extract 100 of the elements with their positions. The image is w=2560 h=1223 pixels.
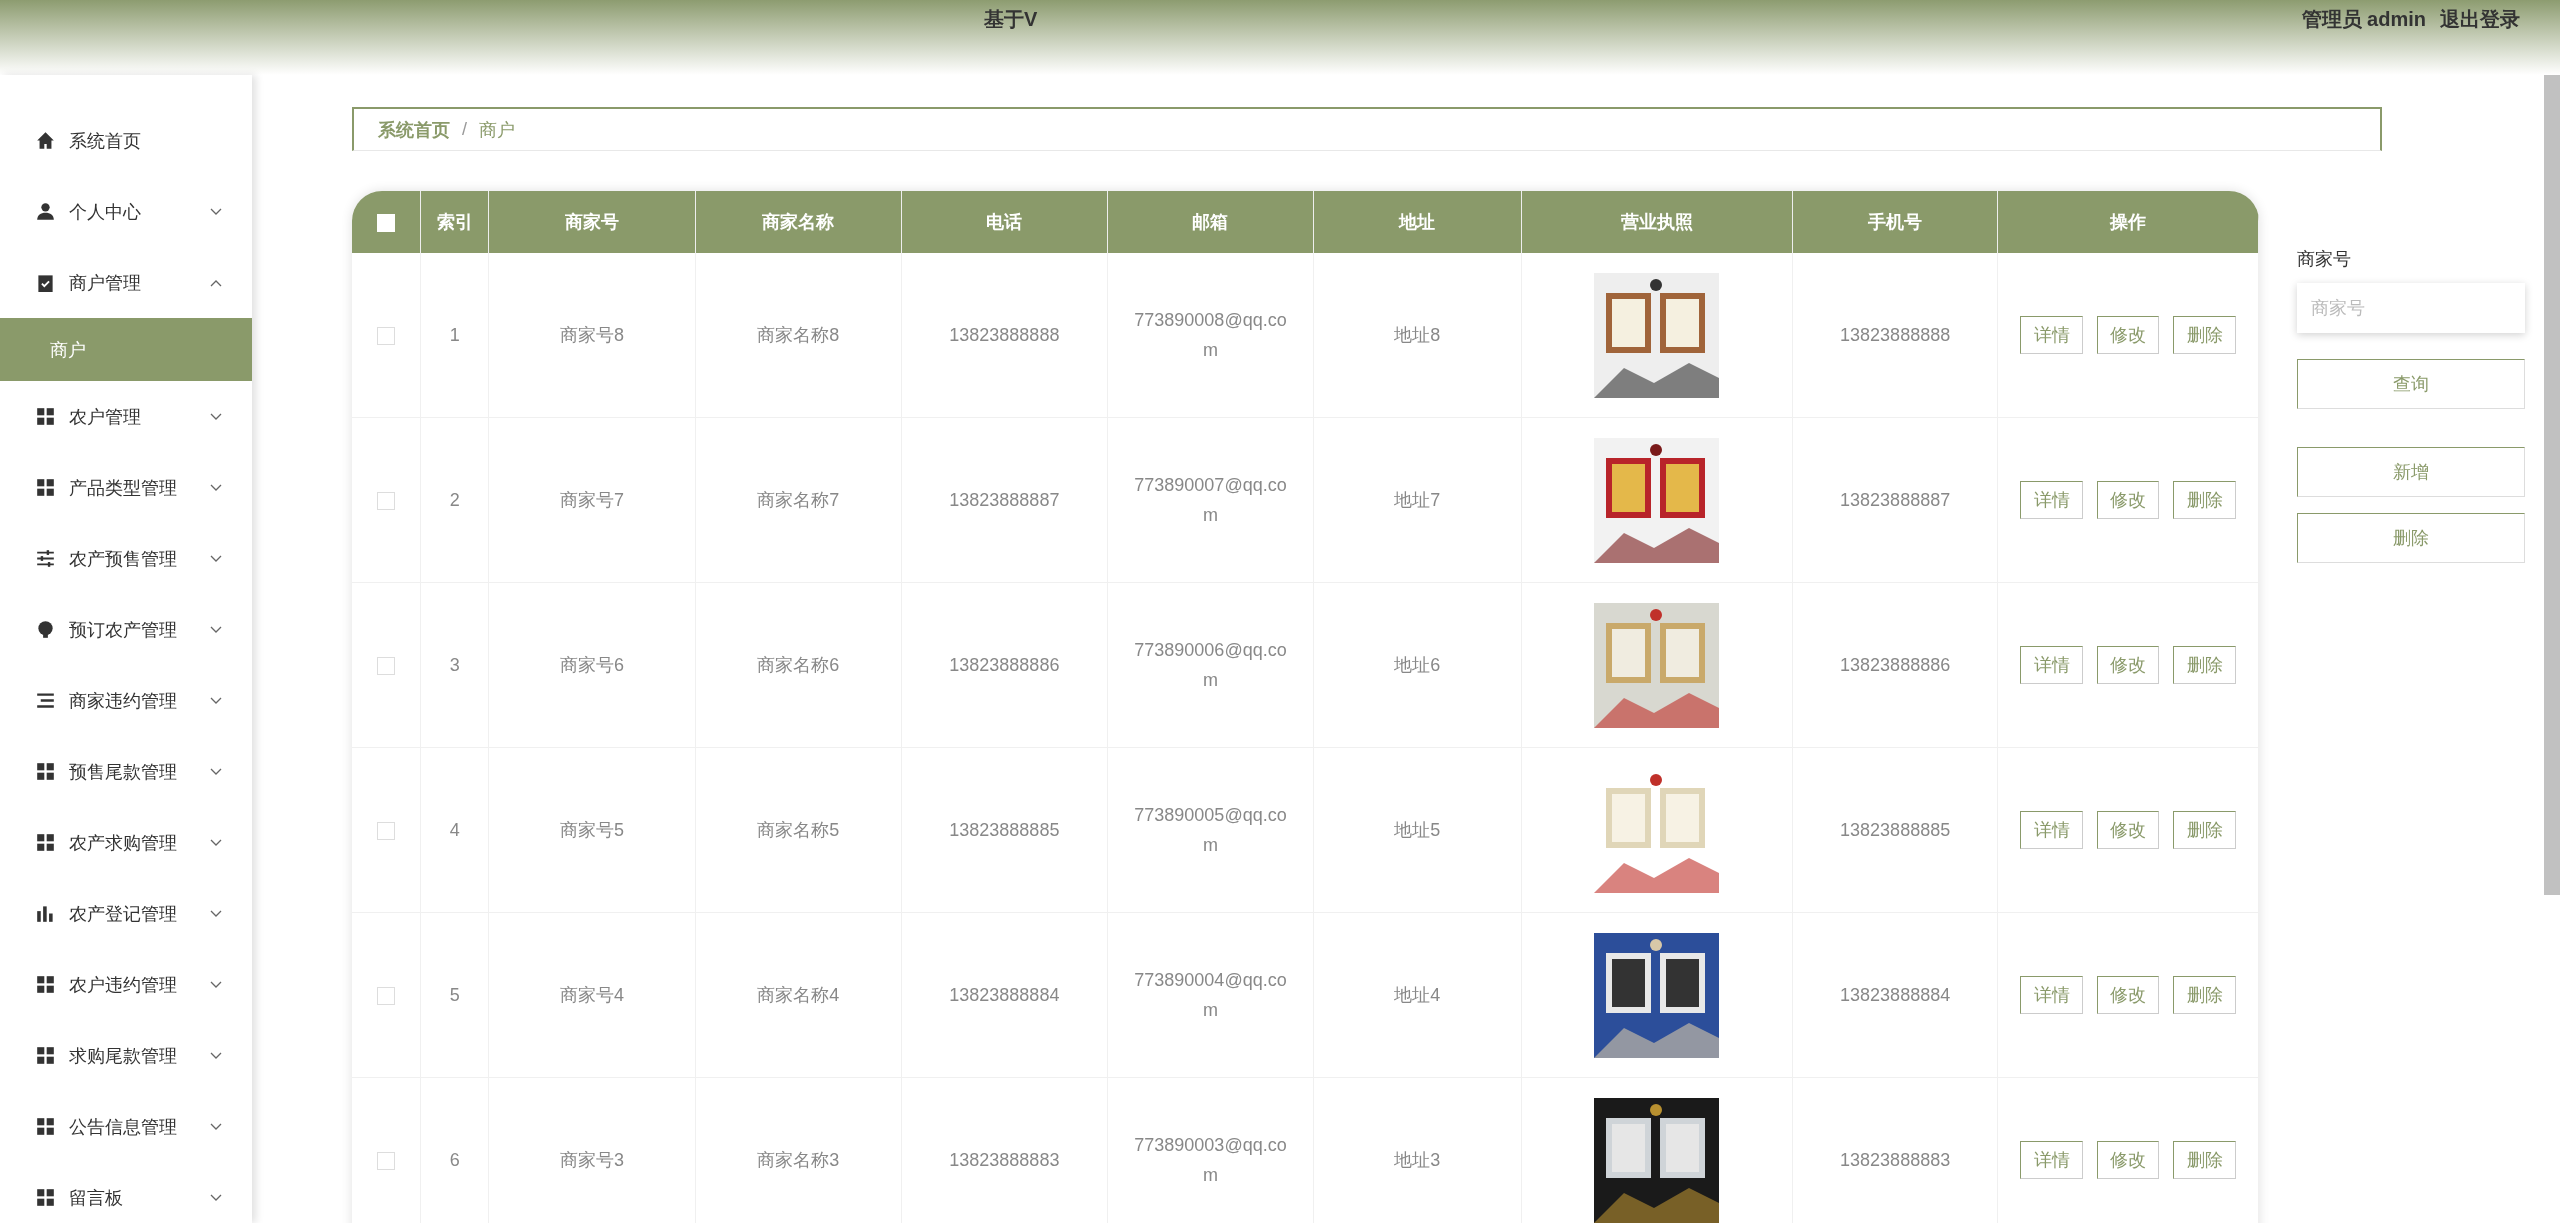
sliders-icon: [36, 549, 55, 568]
row-checkbox[interactable]: [377, 327, 396, 346]
scrollbar-thumb[interactable]: [2544, 75, 2560, 895]
sidebar-item[interactable]: 求购尾款管理: [0, 1020, 252, 1091]
sidebar-item[interactable]: 农产求购管理: [0, 807, 252, 878]
grid-icon: [36, 975, 55, 994]
column-header: 地址: [1313, 191, 1522, 253]
table-cell: 地址7: [1313, 417, 1522, 583]
edit-button[interactable]: 修改: [2096, 976, 2160, 1014]
edit-button[interactable]: 修改: [2096, 1141, 2160, 1179]
table-cell: 13823888884: [901, 912, 1108, 1078]
sidebar-item[interactable]: 个人中心: [0, 176, 252, 247]
search-field[interactable]: 商家号: [2297, 283, 2525, 333]
table-cell: 地址6: [1313, 582, 1522, 748]
details-button[interactable]: 详情: [2020, 646, 2083, 684]
table-cell: 商家号8: [488, 253, 696, 418]
delete-button[interactable]: 删除: [2173, 646, 2236, 684]
table-cell: 13823888888: [1792, 253, 1998, 418]
table-cell: 13823888883: [901, 1077, 1108, 1223]
grid-icon: [36, 1046, 55, 1065]
grid-icon: [36, 478, 55, 497]
table-cell: 773890007@qq.com: [1107, 417, 1314, 583]
delete-button[interactable]: 删除: [2173, 976, 2236, 1014]
chevron-down-icon: [210, 1122, 222, 1131]
breadcrumb-separator: /: [462, 119, 467, 140]
person-icon: [36, 202, 55, 221]
grid-icon: [36, 762, 55, 781]
row-checkbox[interactable]: [377, 1152, 396, 1171]
sidebar-item[interactable]: 公告信息管理: [0, 1091, 252, 1162]
query-button[interactable]: 查询: [2297, 359, 2525, 409]
edit-button[interactable]: 修改: [2096, 646, 2160, 684]
table-cell: 地址5: [1313, 747, 1522, 913]
chevron-down-icon: [210, 412, 222, 421]
details-button[interactable]: 详情: [2020, 316, 2083, 354]
edit-button[interactable]: 修改: [2096, 316, 2160, 354]
table-cell: 13823888885: [1792, 747, 1998, 913]
delete-button[interactable]: 删除: [2173, 1141, 2236, 1179]
logout-link[interactable]: 退出登录: [2440, 6, 2520, 33]
chevron-down-icon: [210, 625, 222, 634]
sidebar-item[interactable]: 农户违约管理: [0, 949, 252, 1020]
chevron-down-icon: [210, 207, 222, 216]
sidebar-item[interactable]: 农产预售管理: [0, 523, 252, 594]
sidebar-item[interactable]: 产品类型管理: [0, 452, 252, 523]
details-button[interactable]: 详情: [2020, 811, 2083, 849]
sidebar-item[interactable]: 农产登记管理: [0, 878, 252, 949]
clipboard-icon: [36, 273, 55, 292]
grid-icon: [36, 1117, 55, 1136]
table-cell: 商家名称7: [695, 417, 901, 583]
home-icon: [36, 131, 55, 150]
table-cell: 地址8: [1313, 253, 1522, 418]
sidebar-item[interactable]: 留言板: [0, 1162, 252, 1223]
sidebar-item[interactable]: 商家违约管理: [0, 665, 252, 736]
app-title: 基于V: [983, 7, 1039, 32]
table-cell: 13823888885: [901, 747, 1108, 913]
table-cell: 商家名称3: [695, 1077, 901, 1223]
grid-icon: [36, 1188, 55, 1207]
delete-button[interactable]: 删除: [2297, 513, 2525, 563]
chevron-down-icon: [210, 909, 222, 918]
row-checkbox[interactable]: [377, 987, 396, 1006]
table-cell: 773890006@qq.com: [1107, 582, 1314, 748]
column-header: 邮箱: [1107, 191, 1314, 253]
edit-button[interactable]: 修改: [2096, 811, 2160, 849]
bar-chart-icon: [36, 904, 55, 923]
field-label: 商家号: [2297, 248, 2352, 271]
table-cell: 13823888883: [1792, 1077, 1998, 1223]
row-checkbox[interactable]: [377, 822, 396, 841]
select-all-checkbox[interactable]: [377, 213, 396, 232]
chevron-down-icon: [210, 980, 222, 989]
sidebar-item[interactable]: 系统首页: [0, 105, 252, 176]
delete-button[interactable]: 删除: [2173, 316, 2236, 354]
table-cell: 商家号4: [488, 912, 696, 1078]
user-name: 管理员 admin: [2301, 7, 2426, 32]
sidebar-item[interactable]: 商户管理: [0, 247, 252, 318]
sidebar-item[interactable]: 预售尾款管理: [0, 736, 252, 807]
chevron-down-icon: [210, 767, 222, 776]
details-button[interactable]: 详情: [2020, 481, 2083, 519]
grid-icon: [36, 407, 55, 426]
row-checkbox[interactable]: [377, 657, 396, 676]
delete-button[interactable]: 删除: [2173, 481, 2236, 519]
chevron-up-icon: [210, 278, 222, 287]
table-cell: 商家号5: [488, 747, 696, 913]
chevron-down-icon: [210, 838, 222, 847]
table-cell: 1: [420, 253, 489, 418]
details-button[interactable]: 详情: [2020, 976, 2083, 1014]
breadcrumb-link[interactable]: 系统首页: [378, 117, 450, 142]
table-cell: 地址4: [1313, 912, 1522, 1078]
details-button[interactable]: 详情: [2020, 1141, 2083, 1179]
add-button[interactable]: 新增: [2297, 447, 2525, 497]
table-cell: 5: [420, 912, 489, 1078]
sidebar-subitem[interactable]: 商户: [0, 318, 252, 381]
chevron-down-icon: [210, 554, 222, 563]
row-checkbox[interactable]: [377, 492, 396, 511]
delete-button[interactable]: 删除: [2173, 811, 2236, 849]
sidebar-item[interactable]: 农户管理: [0, 381, 252, 452]
table-cell: 2: [420, 417, 489, 583]
edit-button[interactable]: 修改: [2096, 481, 2160, 519]
table-cell: 3: [420, 582, 489, 748]
table-cell: 773890008@qq.com: [1107, 253, 1314, 418]
sidebar-item[interactable]: 预订农产管理: [0, 594, 252, 665]
chevron-down-icon: [210, 1193, 222, 1202]
